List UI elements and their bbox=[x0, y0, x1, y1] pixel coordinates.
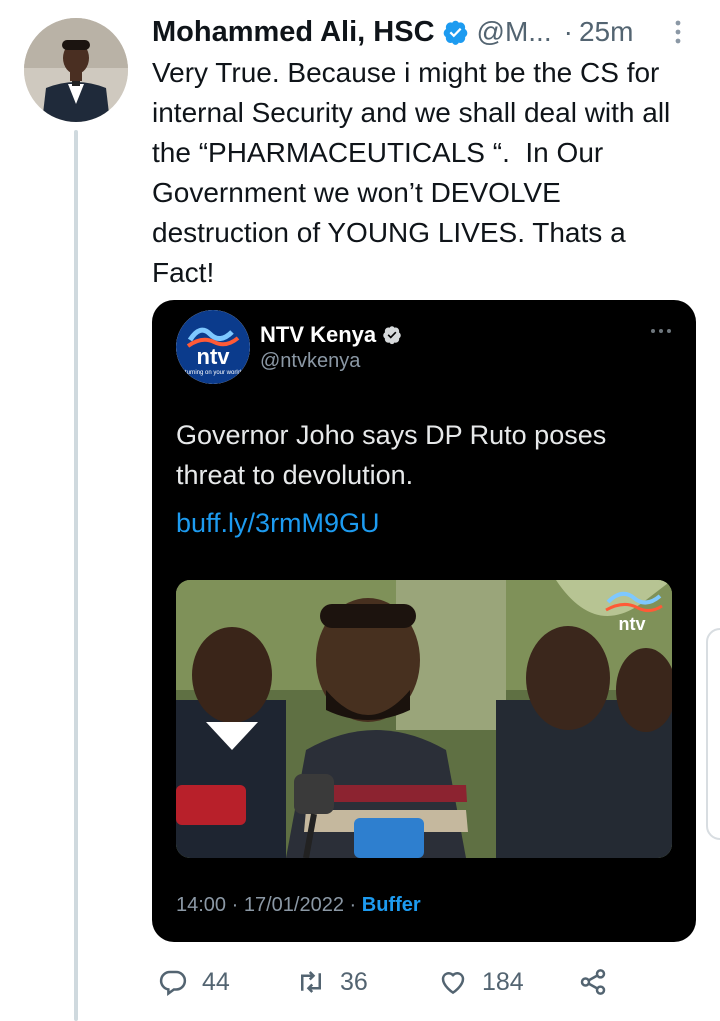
author-avatar[interactable] bbox=[24, 18, 128, 122]
retweet-count: 36 bbox=[340, 967, 368, 996]
quoted-tweet-text: Governor Joho says DP Ruto poses threat … bbox=[176, 420, 607, 490]
quoted-tweet-time[interactable]: 14:00 bbox=[176, 894, 226, 916]
retweet-icon bbox=[301, 971, 321, 993]
press-conference-image: ntv bbox=[176, 580, 672, 858]
more-horizontal-icon[interactable] bbox=[650, 328, 672, 334]
share-icon bbox=[580, 969, 606, 995]
quoted-verified-badge-icon bbox=[383, 326, 401, 345]
edge-side-panel[interactable] bbox=[706, 628, 720, 840]
avatar-image bbox=[24, 18, 128, 122]
tweet-text: Very True. Because i might be the CS for… bbox=[152, 57, 679, 288]
ntv-logo-avatar[interactable]: ntv turning on your world bbox=[176, 310, 250, 384]
author-handle[interactable]: @M... bbox=[477, 16, 552, 48]
tweet-action-bar: 44 36 184 bbox=[152, 960, 622, 1004]
share-button[interactable] bbox=[578, 960, 608, 1004]
footer-sep-1: · bbox=[231, 894, 239, 916]
ntv-logo-icon: ntv turning on your world bbox=[176, 310, 250, 384]
logo-text: ntv bbox=[197, 344, 231, 369]
logo-tagline: turning on your world bbox=[185, 370, 241, 376]
like-count: 184 bbox=[482, 967, 524, 996]
like-button[interactable]: 184 bbox=[438, 960, 524, 1004]
tweet-time[interactable]: 25m bbox=[579, 16, 633, 48]
quoted-tweet-source[interactable]: Buffer bbox=[362, 894, 421, 916]
quoted-author-handle[interactable]: @ntvkenya bbox=[260, 350, 360, 373]
quoted-tweet-video-thumbnail[interactable]: ntv bbox=[176, 580, 672, 858]
thread-line bbox=[74, 130, 78, 1021]
quoted-tweet-card[interactable]: ntv turning on your world NTV Kenya @ntv… bbox=[152, 300, 696, 942]
quoted-author-row: NTV Kenya bbox=[260, 322, 402, 348]
reply-icon bbox=[159, 970, 187, 996]
quoted-tweet-date[interactable]: 17/01/2022 bbox=[244, 894, 344, 916]
retweet-button[interactable]: 36 bbox=[296, 960, 368, 1004]
quoted-tweet-link[interactable]: buff.ly/3rmM9GU bbox=[176, 508, 380, 539]
reply-count: 44 bbox=[202, 967, 230, 996]
tweet-header: Mohammed Ali, HSC @M... · 25m bbox=[152, 12, 692, 52]
quoted-tweet-footer: 14:00 · 17/01/2022 · Buffer bbox=[176, 894, 421, 917]
verified-badge-icon bbox=[443, 20, 467, 45]
more-vertical-icon[interactable] bbox=[670, 18, 686, 46]
quoted-author-name[interactable]: NTV Kenya bbox=[260, 322, 376, 348]
heart-icon bbox=[441, 972, 465, 995]
footer-sep-2: · bbox=[349, 894, 357, 916]
separator-dot: · bbox=[563, 16, 573, 47]
video-watermark-text: ntv bbox=[619, 614, 646, 634]
reply-button[interactable]: 44 bbox=[158, 960, 230, 1004]
author-name[interactable]: Mohammed Ali, HSC bbox=[152, 16, 435, 49]
